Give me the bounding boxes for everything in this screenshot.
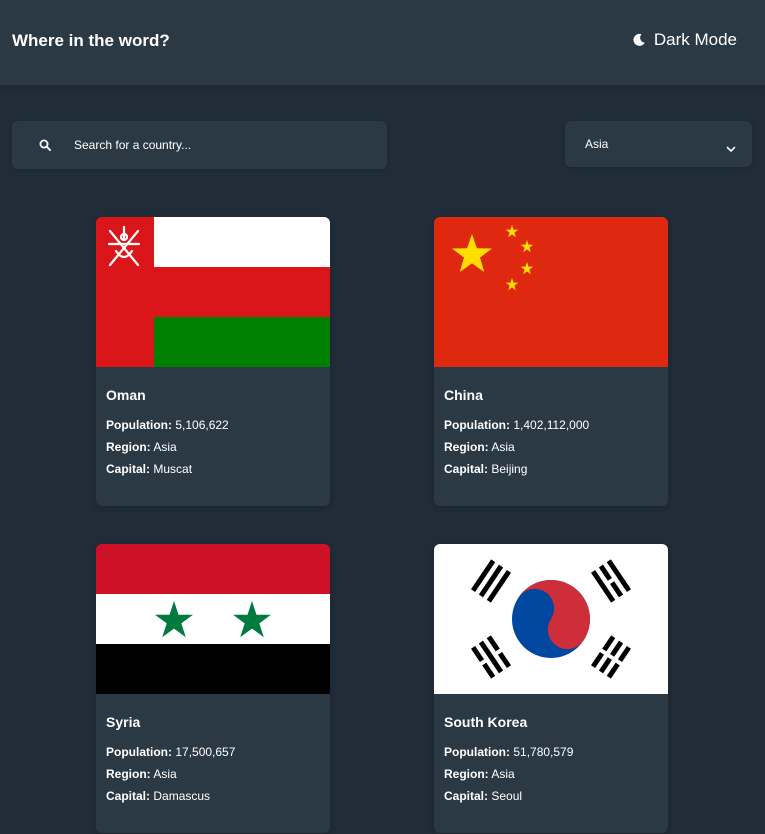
capital-value: Seoul: [491, 789, 523, 803]
region-value: Asia: [491, 440, 515, 454]
population-row: Population: 17,500,657: [106, 745, 235, 759]
country-card-oman[interactable]: Oman Population: 5,106,622 Region: Asia …: [96, 217, 330, 506]
capital-label: Capital:: [444, 789, 489, 803]
search-box[interactable]: [12, 121, 387, 169]
flag-china: [434, 217, 668, 367]
population-row: Population: 1,402,112,000: [444, 418, 589, 432]
flag-syria: [96, 544, 330, 694]
region-row: Region: Asia: [106, 767, 235, 781]
region-label: Region:: [444, 440, 489, 454]
region-filter-select[interactable]: Asia: [565, 121, 752, 167]
app-title: Where in the word?: [12, 31, 170, 50]
region-row: Region: Asia: [444, 440, 589, 454]
country-card-syria[interactable]: Syria Population: 17,500,657 Region: Asi…: [96, 544, 330, 833]
dark-mode-toggle[interactable]: Dark Mode: [632, 30, 737, 50]
region-row: Region: Asia: [106, 440, 229, 454]
moon-icon: [632, 33, 646, 47]
dark-mode-label: Dark Mode: [653, 30, 737, 49]
country-name: Syria: [106, 714, 141, 730]
population-value: 17,500,657: [175, 745, 236, 759]
region-filter-value: Asia: [585, 137, 609, 151]
capital-value: Muscat: [153, 462, 193, 476]
card-body: Syria Population: 17,500,657 Region: Asi…: [106, 714, 235, 811]
population-row: Population: 5,106,622: [106, 418, 229, 432]
region-label: Region:: [106, 767, 151, 781]
region-value: Asia: [153, 767, 177, 781]
country-card-south-korea[interactable]: South Korea Population: 51,780,579 Regio…: [434, 544, 668, 833]
capital-row: Capital: Damascus: [106, 789, 235, 803]
country-name: Oman: [106, 387, 146, 403]
card-body: South Korea Population: 51,780,579 Regio…: [444, 714, 573, 811]
country-card-china[interactable]: China Population: 1,402,112,000 Region: …: [434, 217, 668, 506]
flag-south-korea: [434, 544, 668, 694]
card-body: Oman Population: 5,106,622 Region: Asia …: [106, 387, 229, 484]
flag-oman: [96, 217, 330, 367]
capital-label: Capital:: [106, 462, 151, 476]
capital-row: Capital: Seoul: [444, 789, 573, 803]
chevron-down-icon: [726, 140, 736, 158]
population-row: Population: 51,780,579: [444, 745, 573, 759]
population-value: 51,780,579: [513, 745, 574, 759]
population-label: Population:: [106, 418, 172, 432]
capital-row: Capital: Beijing: [444, 462, 589, 476]
country-name: South Korea: [444, 714, 528, 730]
population-value: 5,106,622: [175, 418, 229, 432]
top-header: Where in the word? Dark Mode: [0, 0, 765, 85]
population-value: 1,402,112,000: [513, 418, 590, 432]
population-label: Population:: [444, 745, 510, 759]
population-label: Population:: [444, 418, 510, 432]
capital-label: Capital:: [444, 462, 489, 476]
search-icon: [39, 138, 51, 156]
region-value: Asia: [491, 767, 515, 781]
region-label: Region:: [444, 767, 489, 781]
region-label: Region:: [106, 440, 151, 454]
country-name: China: [444, 387, 483, 403]
region-value: Asia: [153, 440, 177, 454]
region-row: Region: Asia: [444, 767, 573, 781]
card-body: China Population: 1,402,112,000 Region: …: [444, 387, 589, 484]
capital-value: Beijing: [491, 462, 528, 476]
capital-value: Damascus: [153, 789, 211, 803]
capital-row: Capital: Muscat: [106, 462, 229, 476]
population-label: Population:: [106, 745, 172, 759]
capital-label: Capital:: [106, 789, 151, 803]
search-input[interactable]: [74, 121, 374, 169]
